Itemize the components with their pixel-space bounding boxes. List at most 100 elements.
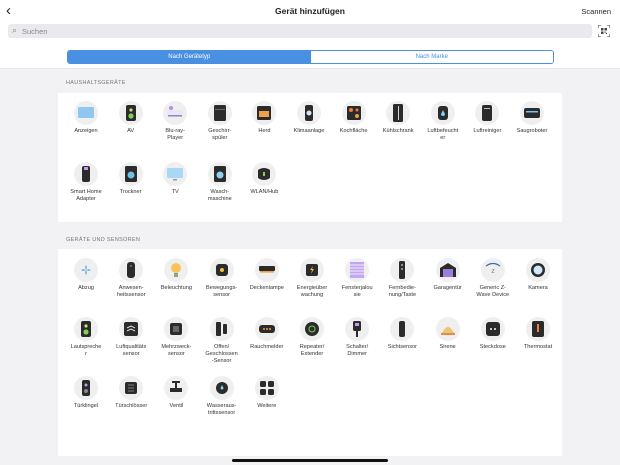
qr-scan-icon[interactable] — [598, 25, 610, 37]
dishwasher-icon — [213, 105, 226, 121]
device-label: Türschlösser — [115, 403, 148, 409]
presence-sensor-icon — [127, 262, 136, 278]
device-tile-anwesen-heitssensor[interactable]: Anwesen- heitssensor — [109, 258, 153, 299]
device-label: Generic Z- Wave Device — [476, 285, 510, 298]
device-icon-circle — [526, 258, 550, 282]
air-quality-icon — [124, 322, 139, 336]
search-row: ⌕ — [0, 22, 620, 40]
device-tile-schalter-dimmer[interactable]: Schalter/ Dimmer — [335, 317, 379, 358]
device-tile-beleuchtung[interactable]: Beleuchtung — [154, 258, 198, 292]
device-label: TV — [171, 189, 179, 195]
device-tile-energieüber-wachung[interactable]: Energieüber wachung — [290, 258, 334, 299]
washing-machine-icon — [213, 166, 226, 182]
device-tile-fensterjalou-sie[interactable]: Fensterjalou sie — [335, 258, 379, 299]
device-tile-av[interactable]: AV — [109, 101, 153, 135]
device-label: Repeater/ Extender — [299, 344, 325, 357]
device-icon-circle — [209, 258, 234, 282]
device-label: Weitere — [257, 403, 277, 409]
tv-icon — [167, 168, 184, 181]
device-tile-blu-ray-player[interactable]: Blu-ray- Player — [153, 101, 197, 142]
device-label: Smart Home Adapter — [70, 189, 102, 202]
device-label: Klimaanlage — [293, 128, 325, 134]
device-icon-circle — [74, 101, 98, 125]
device-tile-lautspreche-r[interactable]: Lautspreche r — [64, 317, 108, 358]
oven-icon — [257, 106, 272, 120]
device-label: Luftqualitäts sensor — [116, 344, 147, 357]
robot-vacuum-icon — [524, 108, 540, 118]
device-tile-generic-z-wave-device[interactable]: Z Generic Z- Wave Device — [471, 258, 515, 299]
device-label: AV — [127, 128, 135, 134]
search-box[interactable]: ⌕ — [8, 24, 592, 38]
device-tile-deckenlampe[interactable]: Deckenlampe — [245, 258, 289, 292]
device-tile-weitere[interactable]: Weitere — [245, 376, 289, 410]
multipurpose-sensor-icon — [170, 323, 183, 335]
device-tile-abzug[interactable]: Abzug — [64, 258, 108, 292]
device-tile-herd[interactable]: Herd — [242, 101, 286, 135]
device-tile-wlan-hub[interactable]: WLAN/Hub — [242, 162, 286, 196]
camera-icon — [531, 263, 545, 277]
device-label: WLAN/Hub — [250, 189, 279, 195]
segment-by-brand[interactable]: Nach Marke — [310, 51, 553, 63]
section-title-sensors: GERÄTE UND SENSOREN — [66, 237, 141, 243]
section-title-household: HAUSHALTSGERÄTE — [66, 80, 126, 86]
device-tile-luftqualitäts-sensor[interactable]: Luftqualitäts sensor — [109, 317, 153, 358]
device-tile-trockner[interactable]: Trockner — [109, 162, 153, 196]
search-input[interactable] — [22, 24, 582, 38]
segment-by-device-type[interactable]: Nach Gerätetyp — [68, 51, 311, 63]
device-label: Sirene — [439, 344, 456, 350]
device-label: Luftreiniger — [473, 128, 502, 134]
device-tile-smart-home-adapter[interactable]: Smart Home Adapter — [64, 162, 108, 203]
device-tile-offen-geschlossen-sensor[interactable]: Offen/ Geschlossen -Sensor — [200, 317, 244, 365]
sensors-panel: Abzug Anwesen- heitssensor Beleuchtung Bewe… — [58, 249, 562, 456]
device-tile-türschlösser[interactable]: Türschlösser — [109, 376, 153, 410]
device-icon-circle — [254, 376, 279, 400]
valve-icon — [170, 381, 183, 392]
device-tile-fernbedie-nung-taste[interactable]: Fernbedie- nung/Taste — [380, 258, 424, 299]
device-tile-anzeigen[interactable]: Anzeigen — [64, 101, 108, 135]
scan-button[interactable]: Scannen — [581, 7, 611, 16]
device-tile-kamera[interactable]: Kamera — [516, 258, 560, 292]
device-label: Bewegungs- sensor — [206, 285, 238, 298]
device-tile-geschirr-spüler[interactable]: Geschirr- spüler — [198, 101, 242, 142]
device-tile-mehrzweck-sensor[interactable]: Mehrzweck- sensor — [154, 317, 198, 358]
device-icon-circle — [345, 258, 370, 282]
device-tile-garagentür[interactable]: Garagentür — [426, 258, 470, 292]
device-tile-steckdose[interactable]: Steckdose — [471, 317, 515, 351]
device-icon-circle — [74, 376, 98, 400]
device-tile-luftbefeucht-er[interactable]: Luftbefeucht er — [421, 101, 465, 142]
device-tile-kühlschrank[interactable]: Kühlschrank — [376, 101, 420, 135]
device-icon-circle — [164, 258, 189, 282]
device-tile-türklingel[interactable]: Türklingel — [64, 376, 108, 410]
device-tile-klimaanlage[interactable]: Klimaanlage — [287, 101, 331, 135]
device-tile-thermostat[interactable]: Thermostat — [516, 317, 560, 351]
device-label: Geschirr- spüler — [208, 128, 232, 141]
device-tile-wasch-maschine[interactable]: Wasch- maschine — [198, 162, 242, 203]
device-tile-rauchmelder[interactable]: Rauchmelder — [245, 317, 289, 351]
device-tile-sirene[interactable]: Sirene — [426, 317, 470, 351]
device-tile-tv[interactable]: TV — [153, 162, 197, 196]
device-icon-circle — [163, 101, 188, 125]
device-icon-circle — [118, 162, 143, 186]
device-icon-circle — [475, 101, 500, 125]
device-tile-saugroboter[interactable]: Saugroboter — [510, 101, 554, 135]
device-tile-luftreiniger[interactable]: Luftreiniger — [465, 101, 509, 135]
device-label: Schalter/ Dimmer — [346, 344, 369, 357]
device-tile-bewegungs-sensor[interactable]: Bewegungs- sensor — [200, 258, 244, 299]
device-tile-sichtsensor[interactable]: Sichtsensor — [380, 317, 424, 351]
search-icon: ⌕ — [12, 25, 18, 35]
device-tile-wasseraus-trittssensor[interactable]: Wasseraus- trittssensor — [200, 376, 244, 417]
device-label: Kühlschrank — [382, 128, 414, 134]
device-tile-kochfläche[interactable]: Kochfläche — [332, 101, 376, 135]
segmented-control: Nach Gerätetyp Nach Marke — [67, 50, 554, 64]
device-icon-circle — [386, 101, 411, 125]
device-label: Sichtsensor — [387, 344, 417, 350]
device-label: Mehrzweck- sensor — [161, 344, 192, 357]
device-icon-circle — [430, 101, 455, 125]
device-tile-ventil[interactable]: Ventil — [154, 376, 198, 410]
device-label: Offen/ Geschlossen -Sensor — [205, 344, 238, 364]
device-tile-repeater-extender[interactable]: Repeater/ Extender — [290, 317, 334, 358]
display-icon — [78, 107, 94, 118]
device-icon-circle — [300, 317, 324, 341]
device-icon-circle — [435, 258, 460, 282]
hub-icon — [258, 168, 271, 180]
